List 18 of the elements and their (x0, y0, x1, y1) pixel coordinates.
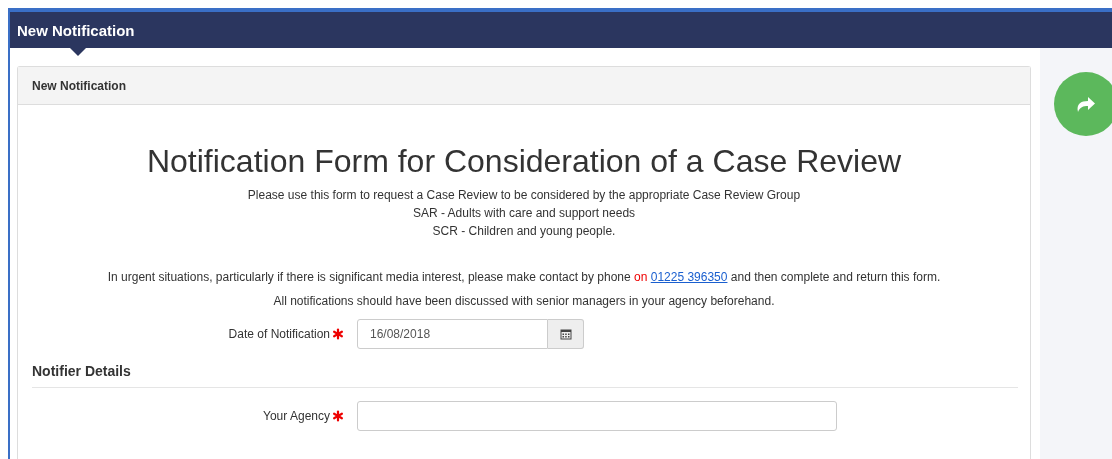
intro-text: SCR - Children and young people. (432, 223, 616, 240)
input-field[interactable] (357, 401, 837, 431)
field-label: Your Agency (263, 409, 330, 423)
calendar-icon (559, 328, 572, 340)
panel-heading: New Notification (18, 67, 1030, 105)
note-text: All notifications should have been discussed with senior managers in your agency beforehand. (272, 294, 776, 308)
calendar-button[interactable] (548, 319, 584, 349)
forward-arrow-icon (1075, 94, 1097, 114)
section-heading: Notifier Details (32, 363, 1018, 388)
intro-text: Please use this form to request a Case Review to be considered by the appropriate Case Review Group (247, 187, 801, 204)
urgent-instruction: In urgent situations, particularly if there is significant media interest, please make contact by phone on 01225 396350 and then complete and return this form. (106, 269, 942, 286)
forward-button[interactable] (1054, 72, 1112, 136)
form-title: Notification Form for Consideration of a Case Review (145, 143, 903, 180)
date-field[interactable]: 16/08/2018 (357, 319, 548, 349)
intro-text: SAR - Adults with care and support needs (412, 205, 636, 222)
phone-link[interactable]: 01225 396350 (650, 270, 728, 284)
field-label: Date of Notification (228, 327, 330, 341)
page-title: New Notification (17, 21, 135, 39)
